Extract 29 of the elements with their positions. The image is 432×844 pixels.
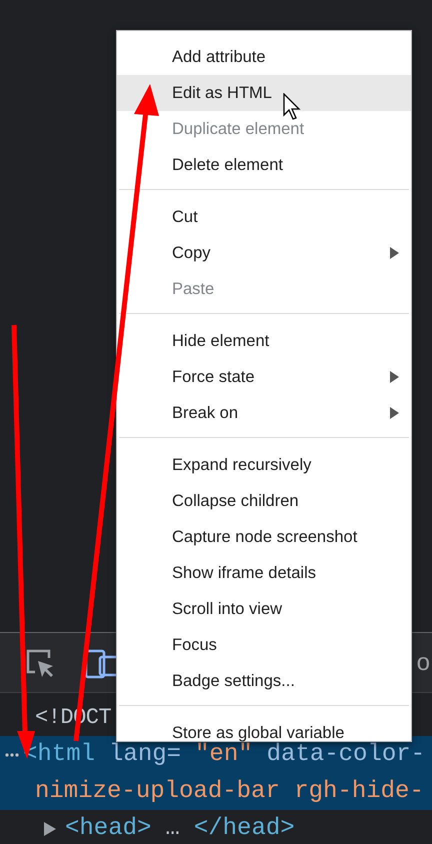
tag-name: </head> (194, 814, 295, 844)
menu-item[interactable]: Delete element (117, 147, 411, 183)
attribute-value: "en" (195, 741, 253, 770)
attribute-value: nimize-upload-bar rgh-hide- (35, 777, 424, 807)
attribute-name: lang= (109, 740, 182, 770)
expand-triangle-icon[interactable] (43, 822, 57, 836)
attribute-name: data-color- (266, 741, 426, 770)
menu-item[interactable]: Badge settings... (117, 663, 411, 699)
cursor-icon (283, 93, 303, 121)
menu-item[interactable]: Add attribute (117, 39, 411, 75)
menu-item[interactable]: Capture node screenshot (117, 519, 411, 555)
submenu-arrow-icon[interactable] (390, 247, 399, 259)
menu-item[interactable]: Copy (117, 235, 411, 271)
menu-item[interactable]: Edit as HTML (117, 75, 411, 111)
menu-item[interactable]: Focus (117, 627, 411, 663)
code-text: … (165, 814, 180, 844)
menu-item[interactable]: Break on (117, 395, 411, 431)
menu-item[interactable]: Collapse children (117, 483, 411, 519)
menu-item[interactable]: Show iframe details (117, 555, 411, 591)
submenu-arrow-icon[interactable] (390, 407, 399, 419)
menu-item[interactable]: Expand recursively (117, 447, 411, 483)
menu-item[interactable]: Cut (117, 199, 411, 235)
menu-item[interactable]: Hide element (117, 323, 411, 359)
ellipsis-icon[interactable] (5, 750, 19, 758)
tag-name: <head> (65, 814, 152, 844)
menu-item[interactable]: Force state (117, 359, 411, 395)
menu-item[interactable]: Scroll into view (117, 591, 411, 627)
tab-label[interactable]: o (416, 648, 430, 676)
submenu-arrow-icon[interactable] (390, 371, 399, 383)
